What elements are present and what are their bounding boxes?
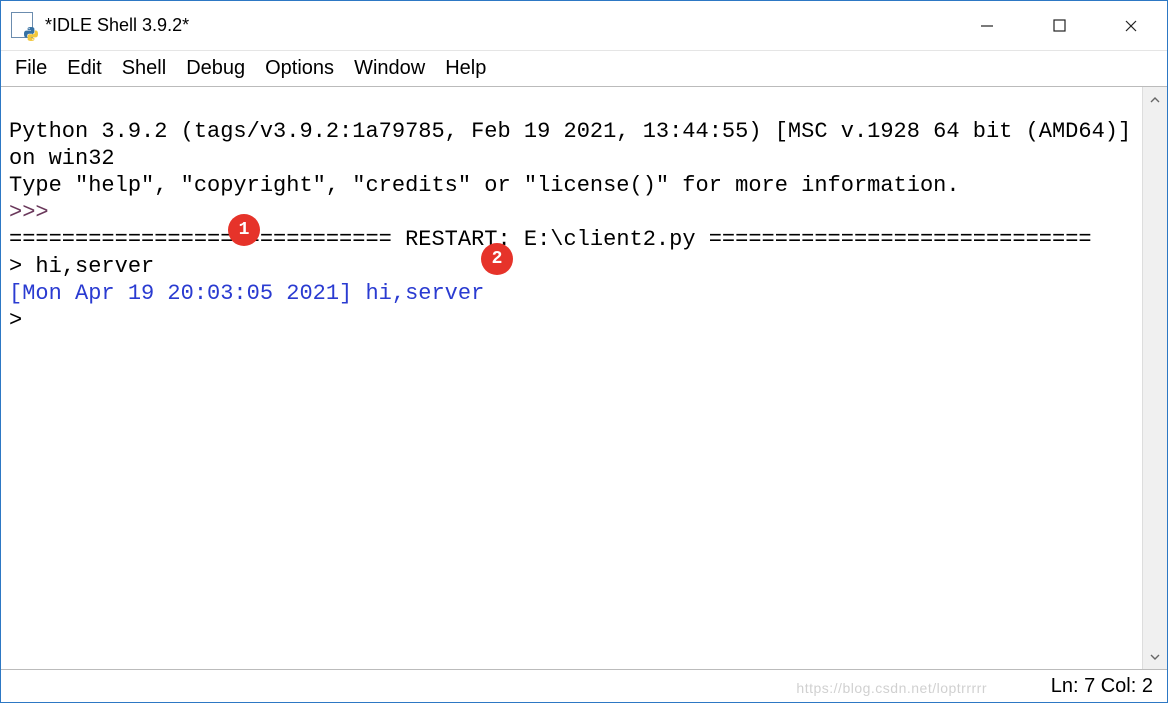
shell-text[interactable]: Python 3.9.2 (tags/v3.9.2:1a79785, Feb 1… — [1, 87, 1142, 669]
python-banner: Python 3.9.2 (tags/v3.9.2:1a79785, Feb 1… — [9, 119, 1142, 171]
restart-rule-right: ============================= — [696, 227, 1092, 252]
editor-area: Python 3.9.2 (tags/v3.9.2:1a79785, Feb 1… — [1, 86, 1167, 669]
cursor-position: Ln: 7 Col: 2 — [1051, 675, 1153, 698]
app-icon — [1, 12, 45, 40]
restart-label: RESTART: E:\client2.py — [405, 227, 695, 252]
menu-options[interactable]: Options — [255, 53, 344, 84]
user-input-line: > hi,server — [9, 254, 154, 279]
menu-edit[interactable]: Edit — [57, 53, 111, 84]
prompt: >>> — [9, 200, 62, 225]
close-icon — [1124, 19, 1138, 33]
scroll-down-arrow[interactable] — [1143, 644, 1167, 669]
restart-line: ============================= RESTART: E… — [9, 227, 1092, 252]
titlebar: *IDLE Shell 3.9.2* — [1, 1, 1167, 51]
app-window: *IDLE Shell 3.9.2* File Edit Shell Debug… — [0, 0, 1168, 703]
server-response: [Mon Apr 19 20:03:05 2021] hi,server — [9, 281, 484, 306]
python-icon — [23, 26, 39, 42]
minimize-button[interactable] — [951, 1, 1023, 50]
close-button[interactable] — [1095, 1, 1167, 50]
window-title: *IDLE Shell 3.9.2* — [45, 15, 951, 36]
minimize-icon — [980, 19, 994, 33]
menu-help[interactable]: Help — [435, 53, 496, 84]
watermark: https://blog.csdn.net/loptrrrrr — [796, 680, 987, 696]
maximize-icon — [1053, 19, 1066, 32]
vertical-scrollbar[interactable] — [1142, 87, 1167, 669]
maximize-button[interactable] — [1023, 1, 1095, 50]
menu-window[interactable]: Window — [344, 53, 435, 84]
help-hint: Type "help", "copyright", "credits" or "… — [9, 173, 960, 198]
statusbar: https://blog.csdn.net/loptrrrrr Ln: 7 Co… — [1, 669, 1167, 702]
chevron-up-icon — [1150, 95, 1160, 105]
restart-rule-left: ============================= — [9, 227, 405, 252]
window-controls — [951, 1, 1167, 50]
prompt-open: > — [9, 308, 35, 333]
menubar: File Edit Shell Debug Options Window Hel… — [1, 51, 1167, 86]
scroll-track[interactable] — [1143, 112, 1167, 644]
scroll-up-arrow[interactable] — [1143, 87, 1167, 112]
menu-shell[interactable]: Shell — [112, 53, 176, 84]
menu-debug[interactable]: Debug — [176, 53, 255, 84]
menu-file[interactable]: File — [5, 53, 57, 84]
chevron-down-icon — [1150, 652, 1160, 662]
